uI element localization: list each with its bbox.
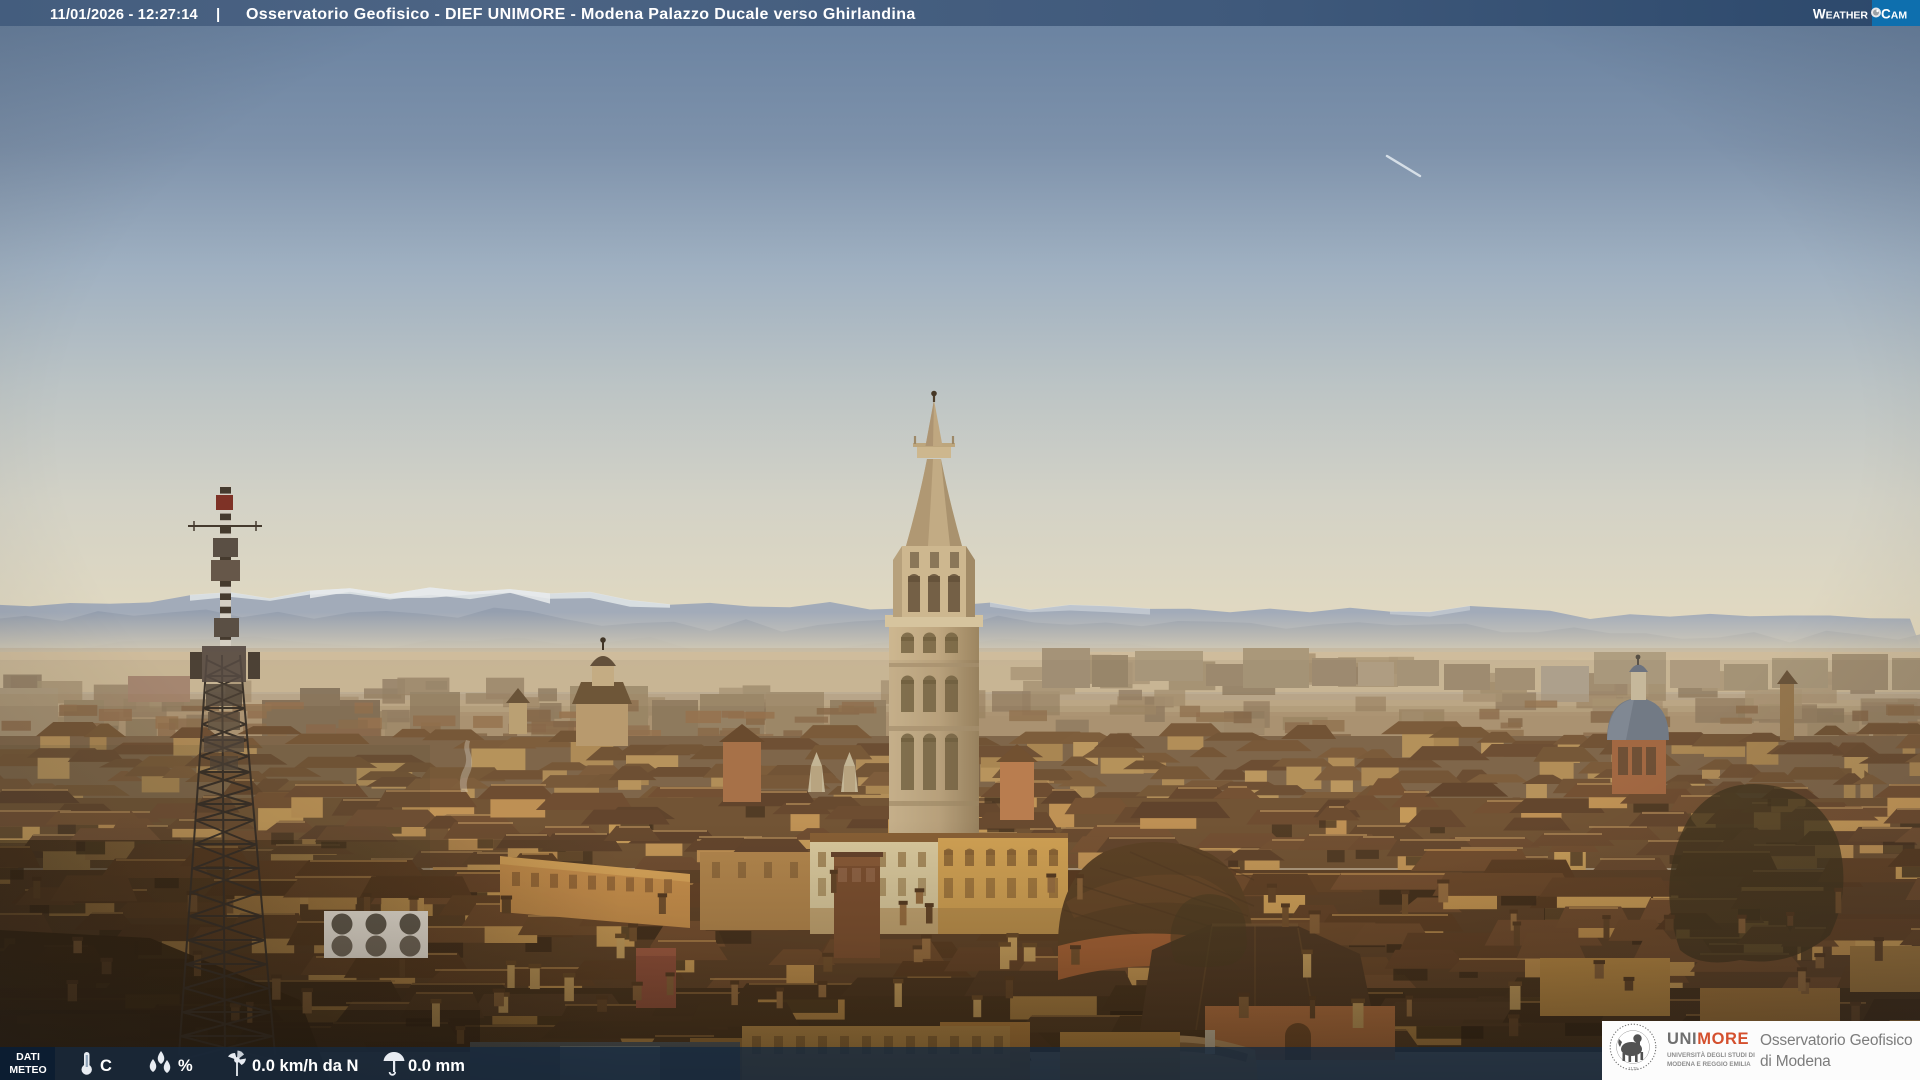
svg-text:CAM: CAM (1881, 7, 1907, 22)
svg-text:11/01/2026 - 12:27:14: 11/01/2026 - 12:27:14 (50, 7, 199, 23)
svg-text:WEATHER: WEATHER (1813, 7, 1869, 22)
svg-text:|: | (216, 6, 220, 23)
svg-text:Osservatorio Geofisico: Osservatorio Geofisico (1760, 1032, 1912, 1049)
svg-text:0.0 mm: 0.0 mm (408, 1057, 465, 1075)
svg-text:C: C (100, 1057, 112, 1075)
svg-text:Osservatorio Geofisico - DIEF: Osservatorio Geofisico - DIEF UNIMORE - … (246, 6, 916, 23)
svg-text:0.0 km/h da N: 0.0 km/h da N (252, 1057, 358, 1075)
svg-text:%: % (178, 1057, 193, 1075)
svg-text:METEO: METEO (9, 1064, 46, 1076)
svg-text:di Modena: di Modena (1760, 1053, 1831, 1070)
svg-text:UNIVERSITÀ DEGLI STUDI DI: UNIVERSITÀ DEGLI STUDI DI (1667, 1050, 1755, 1059)
svg-text:MODENA E REGGIO EMILIA: MODENA E REGGIO EMILIA (1667, 1061, 1751, 1068)
svg-text:1175: 1175 (1628, 1066, 1638, 1071)
svg-text:UNIMORE: UNIMORE (1667, 1030, 1749, 1048)
svg-text:DATI: DATI (16, 1051, 40, 1063)
